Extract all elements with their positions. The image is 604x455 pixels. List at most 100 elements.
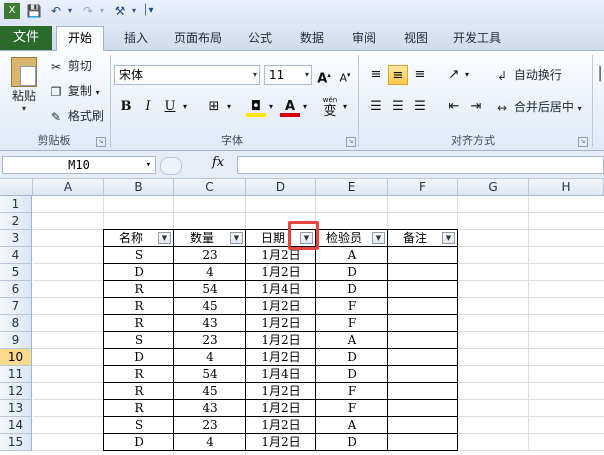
filter-dropdown-button[interactable]: ▼ [158,232,171,244]
table-cell[interactable]: 1月4日 [246,366,316,383]
row-header-8[interactable]: 8 [0,315,32,332]
table-cell[interactable]: D [316,349,388,366]
table-cell[interactable]: A [316,247,388,264]
row-header-7[interactable]: 7 [0,298,32,315]
table-cell[interactable]: 23 [174,247,246,264]
clipboard-launcher-icon[interactable]: ↘ [96,137,106,147]
table-cell[interactable]: 43 [174,400,246,417]
undo-dropdown-icon[interactable]: ▾ [62,3,78,19]
grow-font-button[interactable]: A▴ [314,65,334,86]
table-cell[interactable]: D [316,366,388,383]
filter-dropdown-button[interactable]: ▼ [372,232,385,244]
excel-logo-icon[interactable]: X [4,3,20,19]
table-cell[interactable]: R [104,281,174,298]
table-cell[interactable]: 45 [174,383,246,400]
phonetic-dropdown-icon[interactable]: ▾ [340,97,350,117]
table-cell[interactable]: D [316,434,388,451]
row-header-13[interactable]: 13 [0,400,32,417]
table-cell[interactable] [388,434,458,451]
table-cell[interactable]: D [316,264,388,281]
table-cell[interactable]: 1月2日 [246,400,316,417]
table-cell[interactable]: 43 [174,315,246,332]
table-header-cell[interactable]: 备注 [388,230,442,247]
row-header-3[interactable]: 3 [0,230,32,247]
increase-indent-icon[interactable]: ⇥ [466,97,486,117]
row-header-1[interactable]: 1 [0,196,32,213]
copy-button[interactable]: ❐ 复制 ▾ [48,82,100,102]
table-cell[interactable]: D [104,434,174,451]
formula-input[interactable] [237,156,604,174]
tab-formulas[interactable]: 公式 [242,28,278,48]
tab-developer[interactable]: 开发工具 [448,28,506,48]
column-header-d[interactable]: D [246,179,316,196]
phonetic-button[interactable]: wén 变 [320,97,340,120]
orientation-dropdown-icon[interactable]: ▾ [462,65,472,85]
table-cell[interactable]: D [104,349,174,366]
column-header-f[interactable]: F [388,179,458,196]
table-cell[interactable] [388,264,458,281]
align-left-icon[interactable]: ☰ [366,97,386,117]
table-cell[interactable]: 1月2日 [246,264,316,281]
fill-dropdown-icon[interactable]: ▾ [266,97,276,117]
underline-button[interactable]: U [160,97,180,117]
table-cell[interactable]: A [316,332,388,349]
table-cell[interactable] [388,315,458,332]
tab-insert[interactable]: 插入 [118,28,154,48]
column-header-e[interactable]: E [316,179,388,196]
table-cell[interactable]: F [316,400,388,417]
font-color-dropdown-icon[interactable]: ▾ [300,97,310,117]
table-cell[interactable]: D [316,281,388,298]
table-header-cell[interactable]: 名称 [104,230,158,247]
row-header-15[interactable]: 15 [0,434,32,451]
font-family-select[interactable]: 宋体 ▾ [114,65,260,85]
filter-dropdown-button[interactable]: ▼ [230,232,243,244]
table-cell[interactable] [388,417,458,434]
wrap-text-button[interactable]: ↲ 自动换行 [494,66,562,84]
table-cell[interactable]: 1月2日 [246,383,316,400]
italic-button[interactable]: I [138,97,158,117]
orientation-icon[interactable]: ↗ [444,65,464,85]
column-header-b[interactable]: B [104,179,174,196]
table-cell[interactable]: 1月2日 [246,315,316,332]
table-cell[interactable]: 1月2日 [246,434,316,451]
row-header-9[interactable]: 9 [0,332,32,349]
table-cell[interactable] [388,400,458,417]
alignment-launcher-icon[interactable]: ↘ [578,137,588,147]
table-cell[interactable] [388,366,458,383]
table-cell[interactable] [388,298,458,315]
table-cell[interactable]: R [104,315,174,332]
bold-button[interactable]: B [116,97,136,117]
decrease-indent-icon[interactable]: ⇤ [444,97,464,117]
align-bottom-icon[interactable]: ≡ [410,65,430,85]
merge-center-button[interactable]: ↔ 合并后居中 ▾ [494,98,582,118]
format-painter-button[interactable]: ✎ 格式刷 [48,107,104,125]
row-header-14[interactable]: 14 [0,417,32,434]
table-cell[interactable]: 4 [174,434,246,451]
underline-dropdown-icon[interactable]: ▾ [180,97,190,117]
tab-review[interactable]: 审阅 [346,28,382,48]
table-cell[interactable]: D [104,264,174,281]
filter-dropdown-button[interactable]: ▼ [442,232,455,244]
table-cell[interactable]: 1月2日 [246,298,316,315]
table-cell[interactable]: 45 [174,298,246,315]
column-header-c[interactable]: C [174,179,246,196]
borders-dropdown-icon[interactable]: ▾ [224,97,234,117]
font-size-select[interactable]: 11 ▾ [264,65,312,85]
formula-bar-splitter[interactable] [160,157,182,175]
tab-page-layout[interactable]: 页面布局 [170,28,226,48]
table-cell[interactable] [388,383,458,400]
tab-file[interactable]: 文件 [0,26,52,50]
align-top-icon[interactable]: ≡ [366,65,386,85]
insert-function-icon[interactable]: fx [212,155,224,170]
table-cell[interactable]: 1月2日 [246,417,316,434]
table-cell[interactable]: 1月4日 [246,281,316,298]
table-cell[interactable]: 54 [174,366,246,383]
table-cell[interactable]: 4 [174,349,246,366]
column-header-h[interactable]: H [529,179,604,196]
column-header-g[interactable]: G [458,179,529,196]
table-cell[interactable]: R [104,366,174,383]
column-header-a[interactable]: A [33,179,104,196]
cut-button[interactable]: ✂ 剪切 [48,57,92,75]
align-middle-icon[interactable]: ≡ [388,65,408,85]
table-cell[interactable]: R [104,298,174,315]
